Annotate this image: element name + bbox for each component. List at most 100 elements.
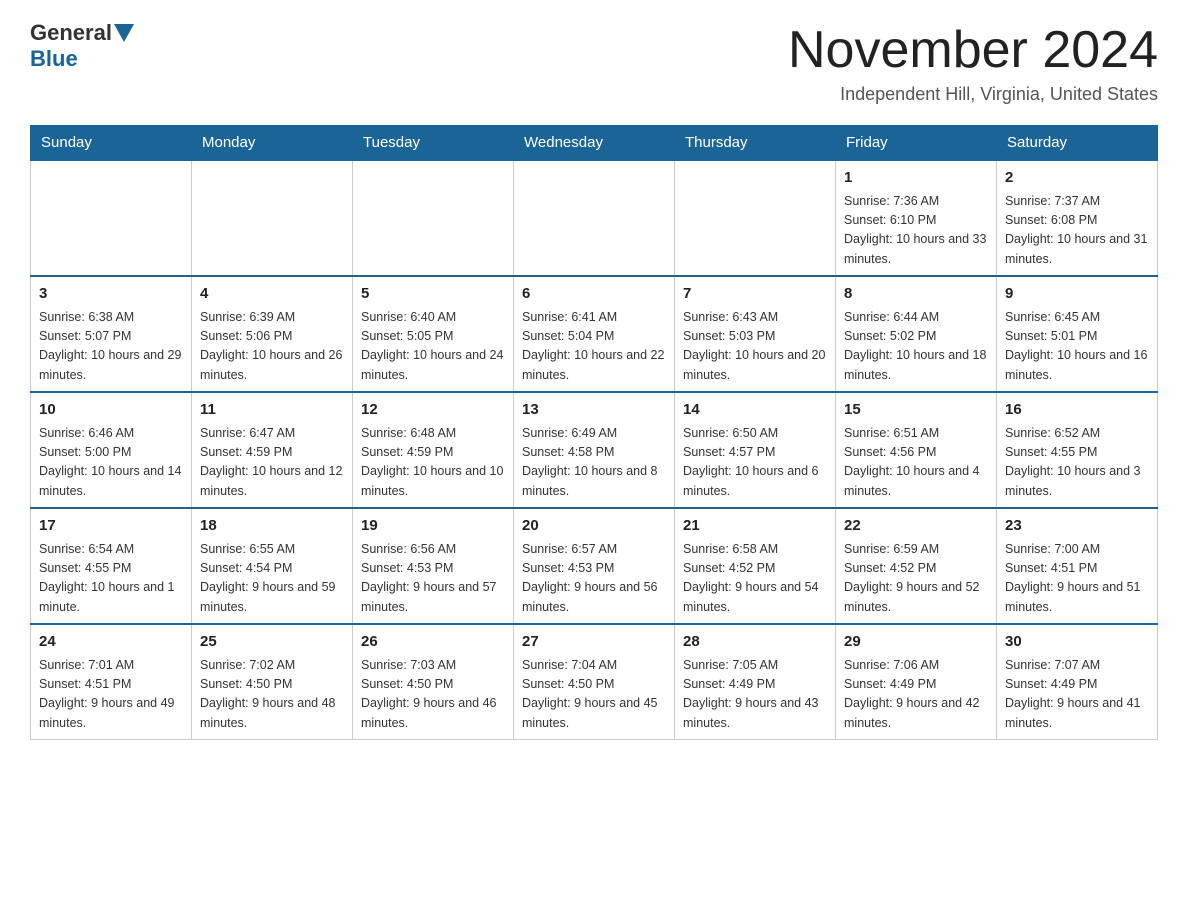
col-tuesday: Tuesday — [353, 126, 514, 161]
calendar-week-row: 10Sunrise: 6:46 AMSunset: 5:00 PMDayligh… — [31, 392, 1158, 508]
day-info: Sunrise: 6:56 AMSunset: 4:53 PMDaylight:… — [361, 540, 505, 618]
day-info: Sunrise: 6:46 AMSunset: 5:00 PMDaylight:… — [39, 424, 183, 502]
calendar-cell: 7Sunrise: 6:43 AMSunset: 5:03 PMDaylight… — [675, 276, 836, 392]
calendar-cell: 22Sunrise: 6:59 AMSunset: 4:52 PMDayligh… — [836, 508, 997, 624]
calendar-cell: 6Sunrise: 6:41 AMSunset: 5:04 PMDaylight… — [514, 276, 675, 392]
calendar-cell: 1Sunrise: 7:36 AMSunset: 6:10 PMDaylight… — [836, 160, 997, 276]
day-number: 23 — [1005, 515, 1149, 538]
calendar-cell — [192, 160, 353, 276]
calendar-cell: 25Sunrise: 7:02 AMSunset: 4:50 PMDayligh… — [192, 624, 353, 740]
calendar-cell: 10Sunrise: 6:46 AMSunset: 5:00 PMDayligh… — [31, 392, 192, 508]
day-number: 18 — [200, 515, 344, 538]
calendar-cell: 24Sunrise: 7:01 AMSunset: 4:51 PMDayligh… — [31, 624, 192, 740]
col-friday: Friday — [836, 126, 997, 161]
day-number: 14 — [683, 399, 827, 422]
col-saturday: Saturday — [997, 126, 1158, 161]
day-info: Sunrise: 6:50 AMSunset: 4:57 PMDaylight:… — [683, 424, 827, 502]
month-title: November 2024 — [788, 20, 1158, 80]
day-info: Sunrise: 6:49 AMSunset: 4:58 PMDaylight:… — [522, 424, 666, 502]
calendar-cell: 11Sunrise: 6:47 AMSunset: 4:59 PMDayligh… — [192, 392, 353, 508]
day-number: 24 — [39, 631, 183, 654]
calendar-cell: 21Sunrise: 6:58 AMSunset: 4:52 PMDayligh… — [675, 508, 836, 624]
day-number: 5 — [361, 283, 505, 306]
day-info: Sunrise: 6:48 AMSunset: 4:59 PMDaylight:… — [361, 424, 505, 502]
day-number: 10 — [39, 399, 183, 422]
calendar-cell: 27Sunrise: 7:04 AMSunset: 4:50 PMDayligh… — [514, 624, 675, 740]
day-info: Sunrise: 6:57 AMSunset: 4:53 PMDaylight:… — [522, 540, 666, 618]
col-thursday: Thursday — [675, 126, 836, 161]
calendar-cell: 5Sunrise: 6:40 AMSunset: 5:05 PMDaylight… — [353, 276, 514, 392]
day-info: Sunrise: 7:00 AMSunset: 4:51 PMDaylight:… — [1005, 540, 1149, 618]
day-number: 27 — [522, 631, 666, 654]
day-info: Sunrise: 7:37 AMSunset: 6:08 PMDaylight:… — [1005, 192, 1149, 270]
day-number: 13 — [522, 399, 666, 422]
calendar-cell — [31, 160, 192, 276]
day-number: 22 — [844, 515, 988, 538]
calendar-cell: 23Sunrise: 7:00 AMSunset: 4:51 PMDayligh… — [997, 508, 1158, 624]
day-info: Sunrise: 7:02 AMSunset: 4:50 PMDaylight:… — [200, 656, 344, 734]
day-info: Sunrise: 6:47 AMSunset: 4:59 PMDaylight:… — [200, 424, 344, 502]
calendar-cell: 2Sunrise: 7:37 AMSunset: 6:08 PMDaylight… — [997, 160, 1158, 276]
day-info: Sunrise: 6:59 AMSunset: 4:52 PMDaylight:… — [844, 540, 988, 618]
day-info: Sunrise: 7:04 AMSunset: 4:50 PMDaylight:… — [522, 656, 666, 734]
calendar-header-row: Sunday Monday Tuesday Wednesday Thursday… — [31, 126, 1158, 161]
calendar-cell: 4Sunrise: 6:39 AMSunset: 5:06 PMDaylight… — [192, 276, 353, 392]
calendar-cell: 20Sunrise: 6:57 AMSunset: 4:53 PMDayligh… — [514, 508, 675, 624]
calendar-cell: 28Sunrise: 7:05 AMSunset: 4:49 PMDayligh… — [675, 624, 836, 740]
calendar-cell: 9Sunrise: 6:45 AMSunset: 5:01 PMDaylight… — [997, 276, 1158, 392]
title-area: November 2024 Independent Hill, Virginia… — [788, 20, 1158, 105]
calendar-week-row: 24Sunrise: 7:01 AMSunset: 4:51 PMDayligh… — [31, 624, 1158, 740]
day-number: 11 — [200, 399, 344, 422]
logo-general-text: General — [30, 20, 112, 46]
day-number: 1 — [844, 167, 988, 190]
day-info: Sunrise: 6:40 AMSunset: 5:05 PMDaylight:… — [361, 308, 505, 386]
calendar-cell: 12Sunrise: 6:48 AMSunset: 4:59 PMDayligh… — [353, 392, 514, 508]
logo-triangle-icon — [114, 24, 134, 42]
day-info: Sunrise: 7:07 AMSunset: 4:49 PMDaylight:… — [1005, 656, 1149, 734]
day-info: Sunrise: 6:58 AMSunset: 4:52 PMDaylight:… — [683, 540, 827, 618]
day-info: Sunrise: 6:44 AMSunset: 5:02 PMDaylight:… — [844, 308, 988, 386]
day-number: 2 — [1005, 167, 1149, 190]
day-number: 12 — [361, 399, 505, 422]
day-number: 26 — [361, 631, 505, 654]
day-number: 3 — [39, 283, 183, 306]
day-number: 16 — [1005, 399, 1149, 422]
calendar-cell: 18Sunrise: 6:55 AMSunset: 4:54 PMDayligh… — [192, 508, 353, 624]
page-header: General Blue November 2024 Independent H… — [30, 20, 1158, 105]
day-number: 4 — [200, 283, 344, 306]
day-info: Sunrise: 6:51 AMSunset: 4:56 PMDaylight:… — [844, 424, 988, 502]
calendar-cell: 29Sunrise: 7:06 AMSunset: 4:49 PMDayligh… — [836, 624, 997, 740]
day-info: Sunrise: 6:39 AMSunset: 5:06 PMDaylight:… — [200, 308, 344, 386]
calendar-cell: 19Sunrise: 6:56 AMSunset: 4:53 PMDayligh… — [353, 508, 514, 624]
calendar-cell: 14Sunrise: 6:50 AMSunset: 4:57 PMDayligh… — [675, 392, 836, 508]
day-info: Sunrise: 6:52 AMSunset: 4:55 PMDaylight:… — [1005, 424, 1149, 502]
calendar-cell: 3Sunrise: 6:38 AMSunset: 5:07 PMDaylight… — [31, 276, 192, 392]
calendar-cell: 15Sunrise: 6:51 AMSunset: 4:56 PMDayligh… — [836, 392, 997, 508]
day-number: 17 — [39, 515, 183, 538]
day-info: Sunrise: 6:45 AMSunset: 5:01 PMDaylight:… — [1005, 308, 1149, 386]
calendar-cell: 30Sunrise: 7:07 AMSunset: 4:49 PMDayligh… — [997, 624, 1158, 740]
day-info: Sunrise: 6:54 AMSunset: 4:55 PMDaylight:… — [39, 540, 183, 618]
day-number: 15 — [844, 399, 988, 422]
day-number: 7 — [683, 283, 827, 306]
day-number: 19 — [361, 515, 505, 538]
logo-blue-text: Blue — [30, 46, 78, 71]
calendar-week-row: 17Sunrise: 6:54 AMSunset: 4:55 PMDayligh… — [31, 508, 1158, 624]
calendar-cell: 16Sunrise: 6:52 AMSunset: 4:55 PMDayligh… — [997, 392, 1158, 508]
calendar-cell: 26Sunrise: 7:03 AMSunset: 4:50 PMDayligh… — [353, 624, 514, 740]
logo: General Blue — [30, 20, 136, 72]
day-info: Sunrise: 7:05 AMSunset: 4:49 PMDaylight:… — [683, 656, 827, 734]
day-info: Sunrise: 6:43 AMSunset: 5:03 PMDaylight:… — [683, 308, 827, 386]
calendar-cell: 8Sunrise: 6:44 AMSunset: 5:02 PMDaylight… — [836, 276, 997, 392]
col-monday: Monday — [192, 126, 353, 161]
calendar-week-row: 1Sunrise: 7:36 AMSunset: 6:10 PMDaylight… — [31, 160, 1158, 276]
day-number: 25 — [200, 631, 344, 654]
day-info: Sunrise: 6:38 AMSunset: 5:07 PMDaylight:… — [39, 308, 183, 386]
day-info: Sunrise: 6:41 AMSunset: 5:04 PMDaylight:… — [522, 308, 666, 386]
location-subtitle: Independent Hill, Virginia, United State… — [788, 84, 1158, 105]
day-info: Sunrise: 7:36 AMSunset: 6:10 PMDaylight:… — [844, 192, 988, 270]
day-number: 21 — [683, 515, 827, 538]
col-sunday: Sunday — [31, 126, 192, 161]
calendar-cell: 13Sunrise: 6:49 AMSunset: 4:58 PMDayligh… — [514, 392, 675, 508]
day-number: 20 — [522, 515, 666, 538]
